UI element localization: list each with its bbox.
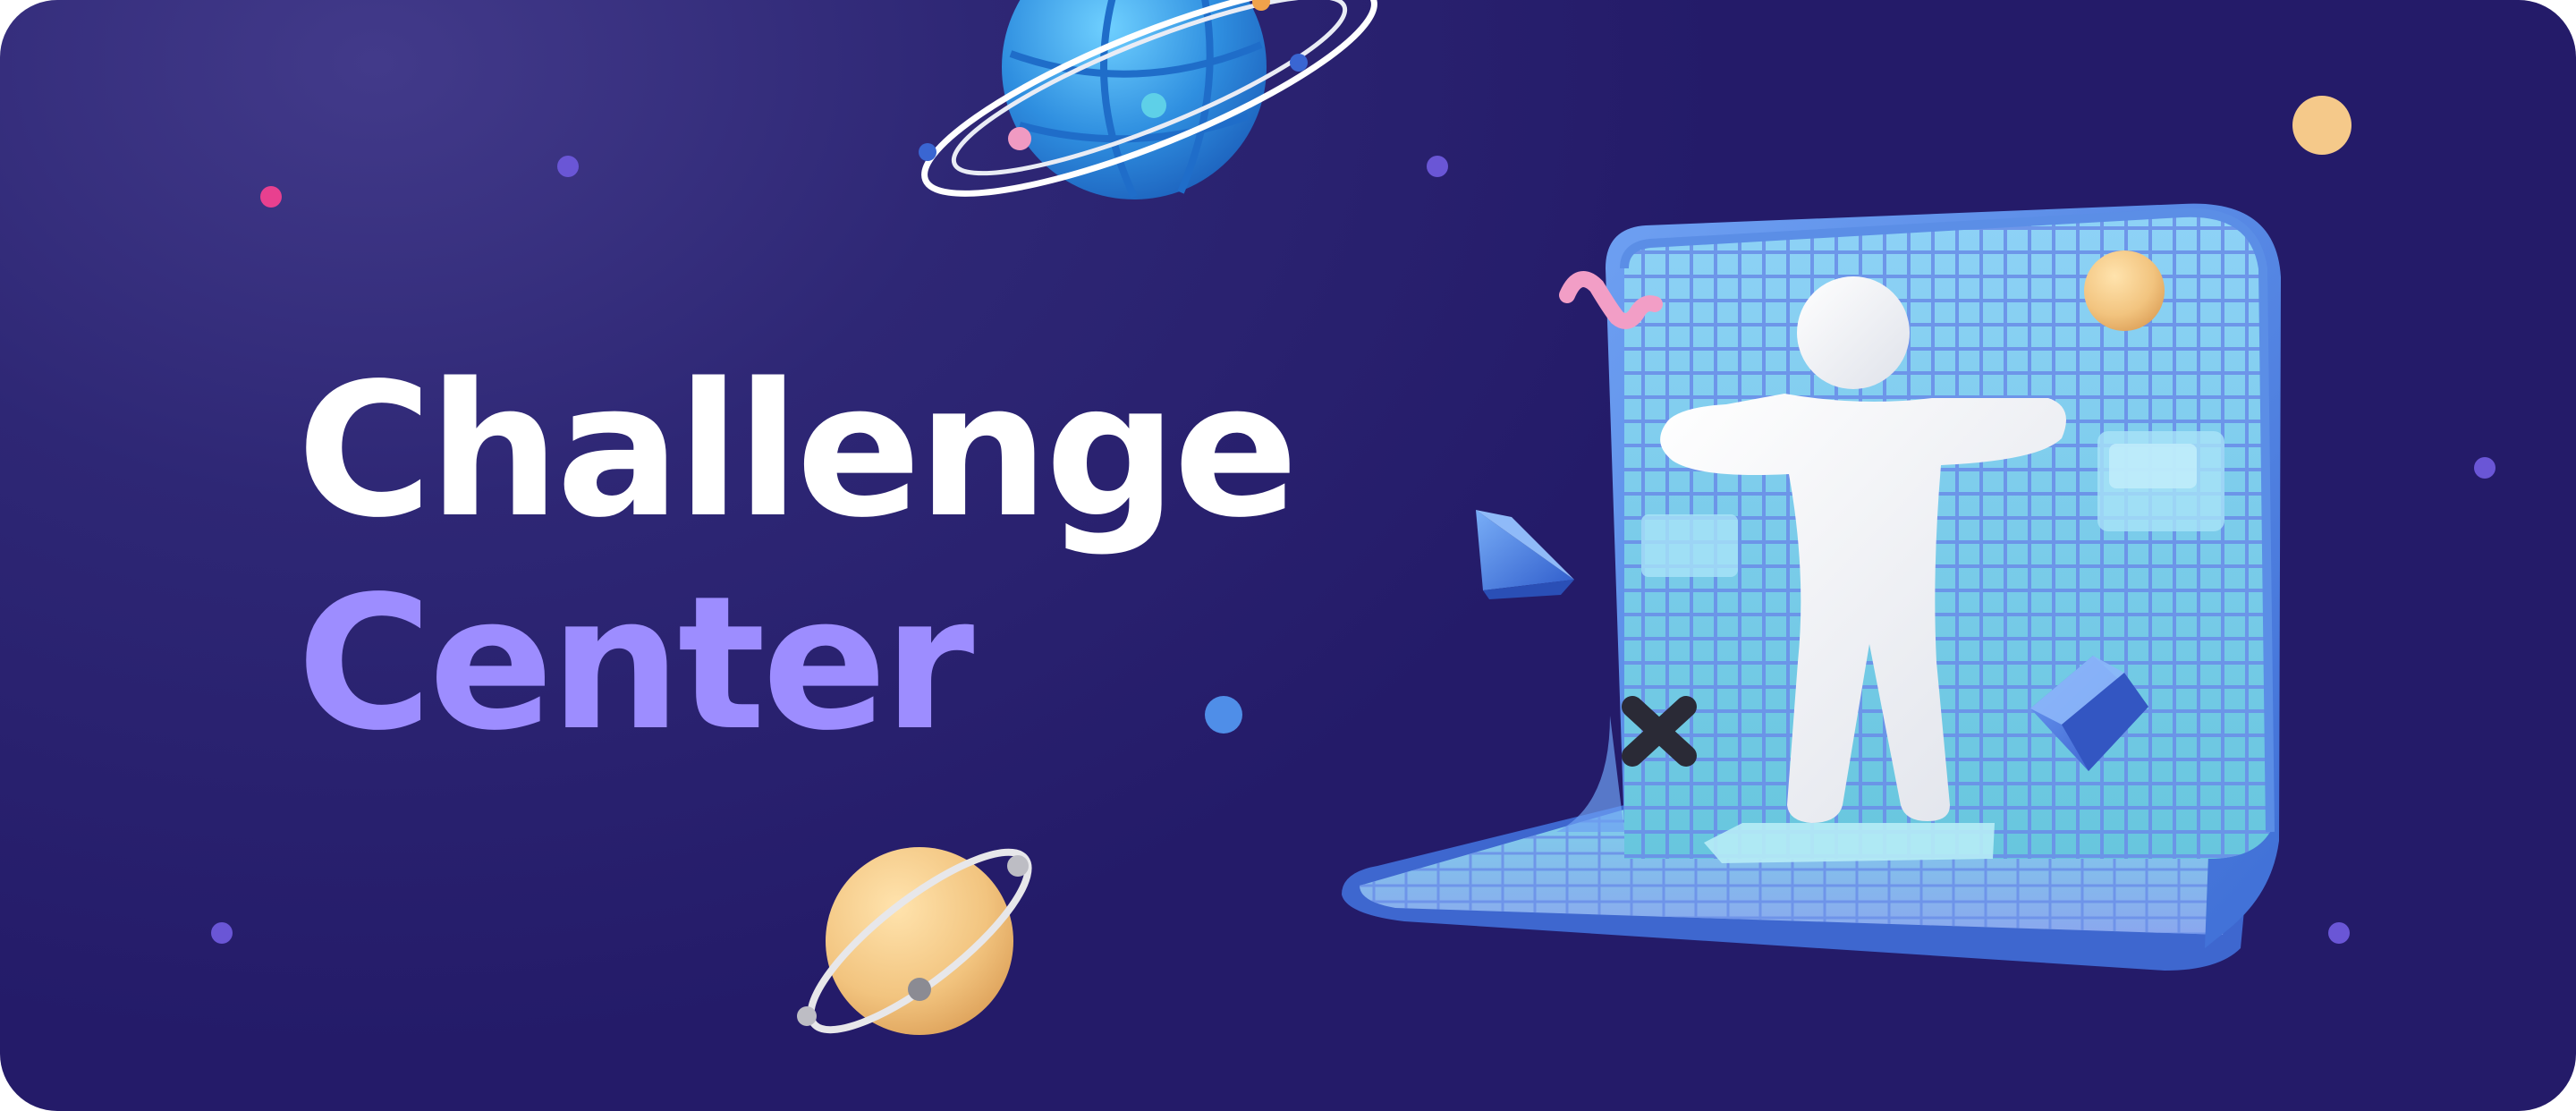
- pyramid-shape: [1476, 510, 1574, 599]
- title-line-center: Center: [297, 556, 974, 771]
- title-line-challenge: Challenge: [297, 343, 1299, 558]
- globe-planet-icon: [919, 0, 1377, 199]
- ringed-planet-icon: [797, 847, 1032, 1035]
- challenge-center-banner: Challenge Center: [0, 0, 2576, 1111]
- banner-title: Challenge Center: [297, 343, 1299, 771]
- sphere-shape: [2084, 250, 2165, 331]
